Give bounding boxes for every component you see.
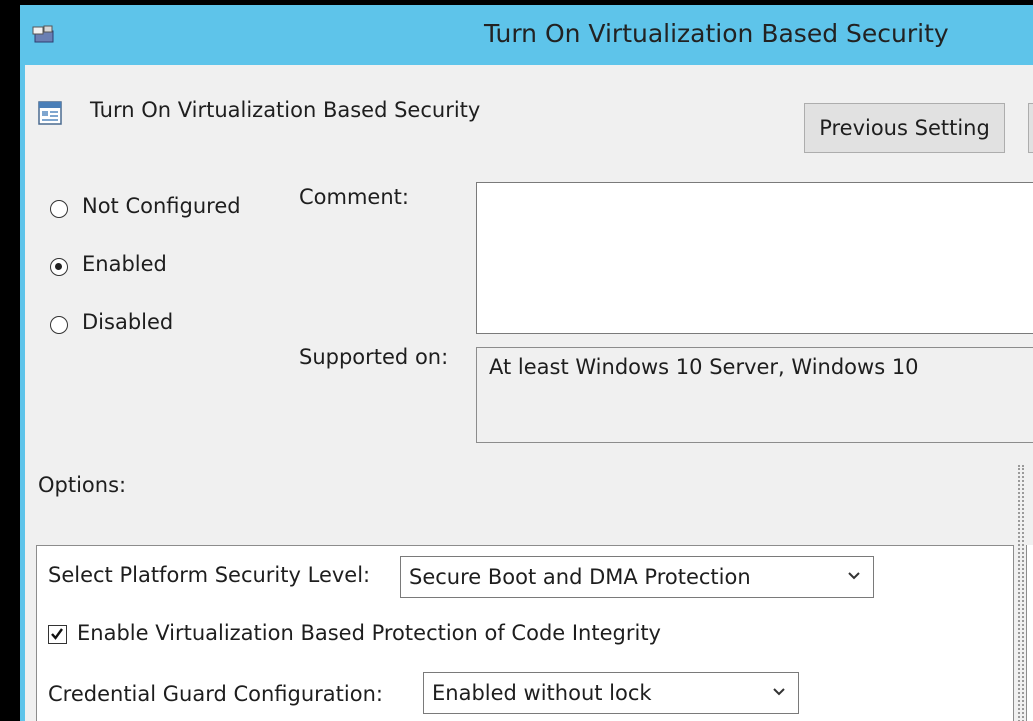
- help-panel: [1026, 545, 1033, 721]
- platform-security-select[interactable]: Secure Boot and DMA Protection: [400, 556, 874, 598]
- app-icon: [32, 25, 54, 43]
- chevron-down-icon: [773, 688, 785, 696]
- checkmark-icon: [51, 628, 63, 640]
- splitter-handle[interactable]: [1018, 465, 1024, 721]
- platform-security-value: Secure Boot and DMA Protection: [409, 565, 751, 589]
- dialog-window: Turn On Virtualization Based Security Tu…: [20, 5, 1033, 721]
- policy-name-heading: Turn On Virtualization Based Security: [90, 98, 481, 122]
- supported-on-field: At least Windows 10 Server, Windows 10: [476, 347, 1033, 443]
- options-label: Options:: [38, 473, 127, 497]
- credential-guard-select[interactable]: Enabled without lock: [423, 672, 799, 714]
- credential-guard-value: Enabled without lock: [432, 681, 652, 705]
- chevron-down-icon: [848, 572, 860, 580]
- policy-setting-icon: [38, 101, 62, 125]
- radio-enabled-circle[interactable]: [50, 258, 68, 276]
- radio-not-configured-label[interactable]: Not Configured: [82, 194, 241, 218]
- radio-not-configured-circle[interactable]: [50, 200, 68, 218]
- radio-enabled-label[interactable]: Enabled: [82, 252, 167, 276]
- credential-guard-label: Credential Guard Configuration:: [48, 682, 383, 706]
- comment-label: Comment:: [299, 185, 409, 209]
- next-setting-button[interactable]: [1028, 103, 1033, 153]
- code-integrity-label[interactable]: Enable Virtualization Based Protection o…: [77, 621, 661, 645]
- radio-disabled-label[interactable]: Disabled: [82, 310, 173, 334]
- dialog-client-area: Turn On Virtualization Based Security Pr…: [25, 65, 1033, 721]
- platform-security-label: Select Platform Security Level:: [48, 563, 371, 587]
- supported-on-value: At least Windows 10 Server, Windows 10: [489, 355, 919, 379]
- title-bar[interactable]: Turn On Virtualization Based Security: [20, 5, 1033, 65]
- supported-on-label: Supported on:: [299, 345, 449, 369]
- previous-setting-button[interactable]: Previous Setting: [804, 103, 1005, 153]
- radio-disabled-circle[interactable]: [50, 316, 68, 334]
- code-integrity-checkbox[interactable]: [48, 625, 67, 644]
- window-title: Turn On Virtualization Based Security: [484, 19, 949, 48]
- comment-textarea[interactable]: [476, 182, 1033, 334]
- options-panel: Select Platform Security Level: Secure B…: [36, 545, 1014, 721]
